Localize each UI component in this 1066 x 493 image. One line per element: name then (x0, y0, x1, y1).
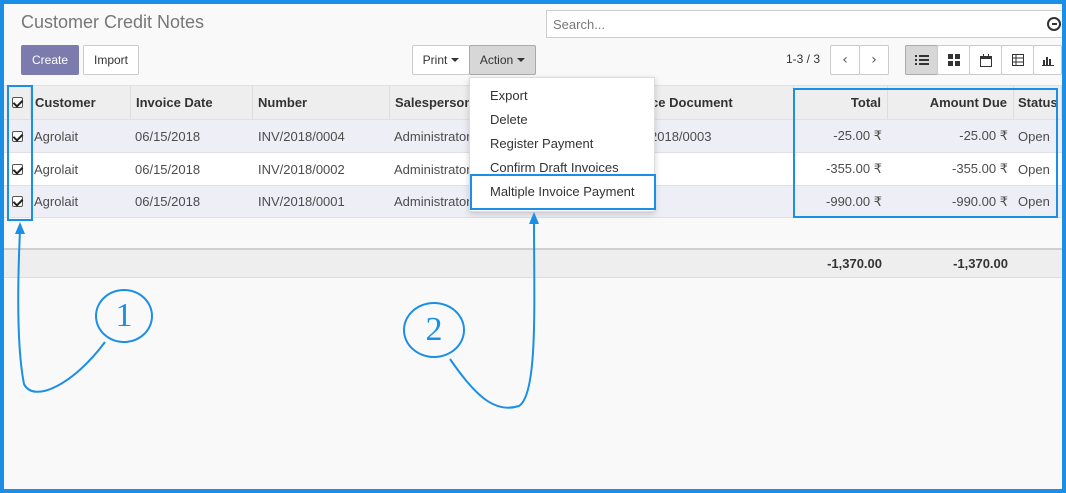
arrow-2-head (529, 212, 539, 224)
annotation-circle-2: 2 (403, 302, 465, 358)
annotation-circle-1: 1 (95, 289, 153, 343)
arrow-1-path (17, 229, 106, 393)
arrow-2-path (449, 219, 536, 409)
app-frame: Customer Credit Notes Create Import Prin… (4, 4, 1062, 489)
annotation-arrows (15, 212, 539, 409)
arrow-1-head (15, 222, 25, 234)
